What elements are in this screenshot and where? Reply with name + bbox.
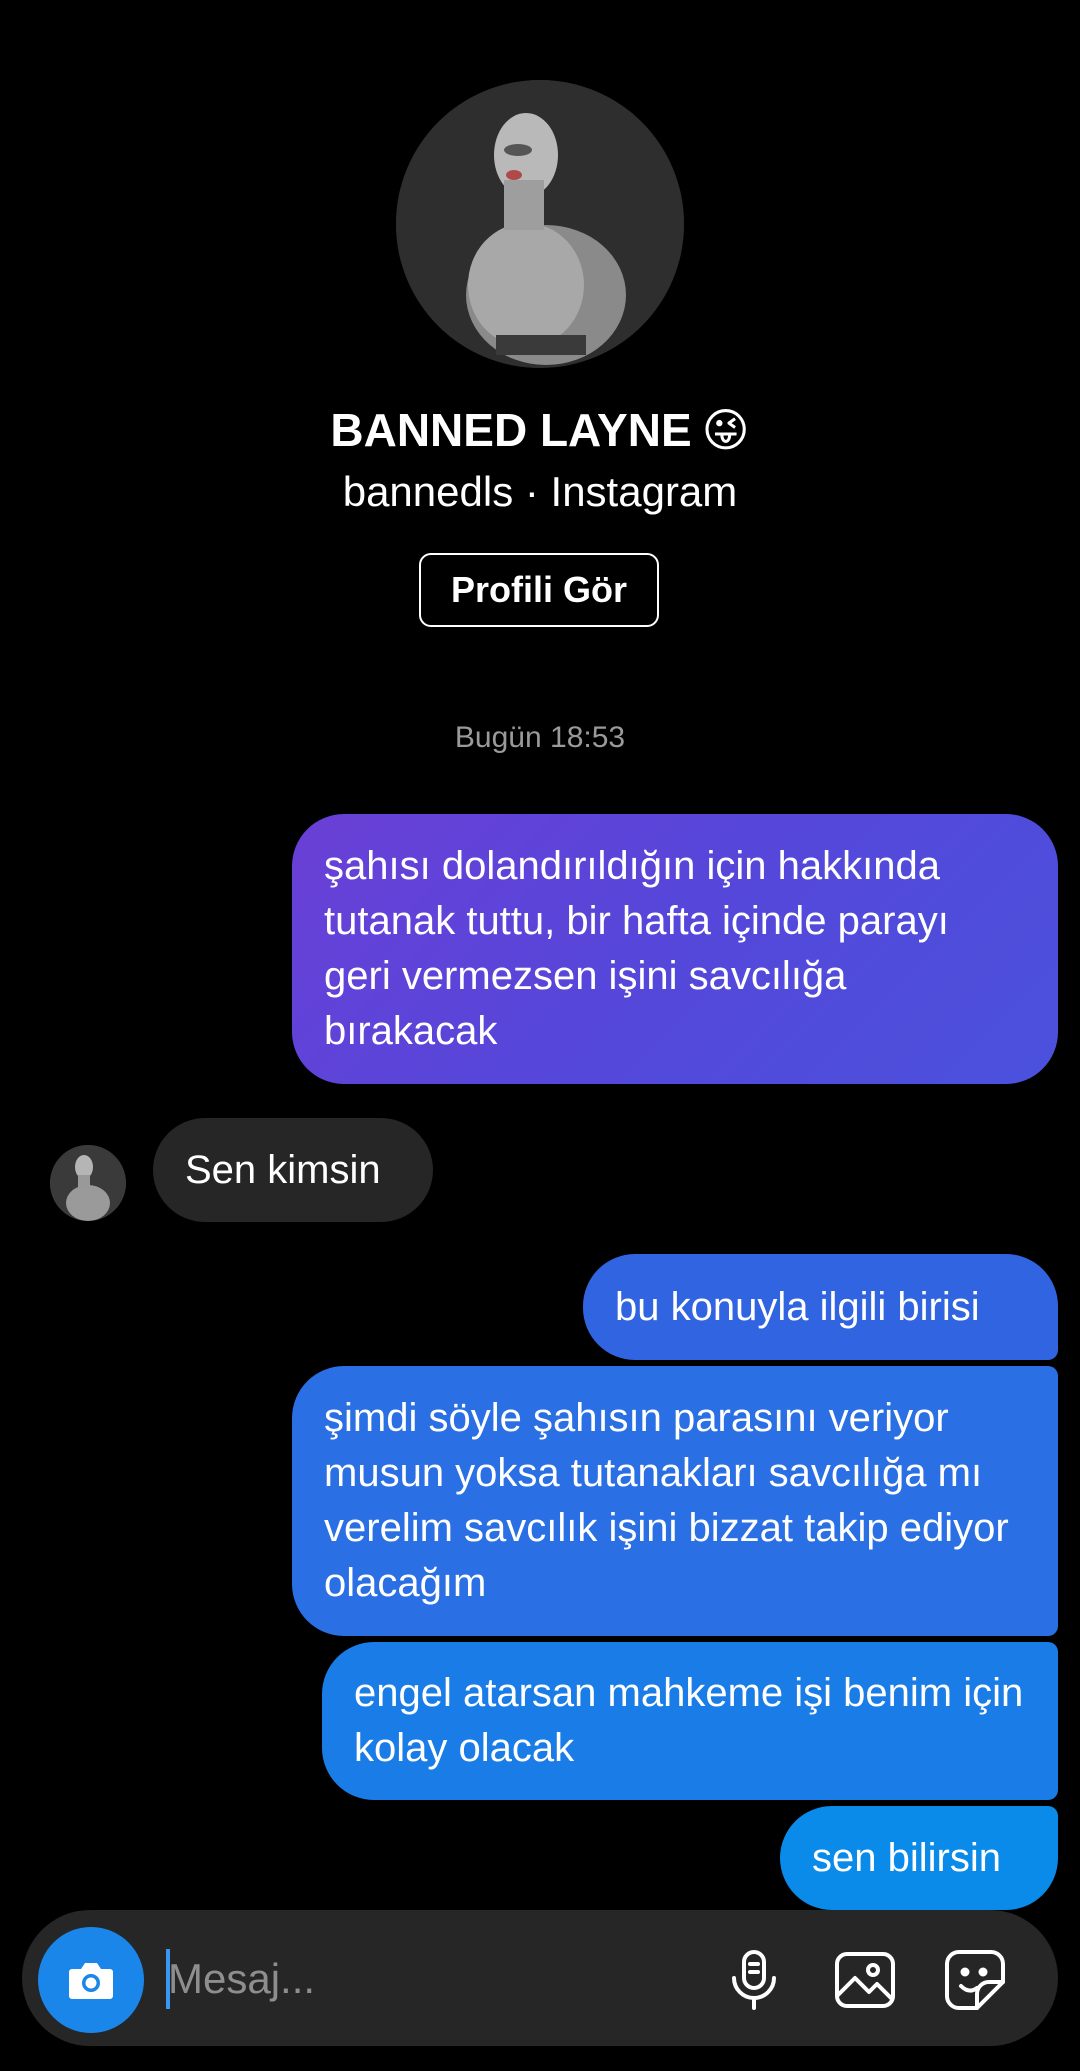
message-text: Sen kimsin (185, 1147, 381, 1192)
sender-avatar[interactable] (50, 1145, 126, 1221)
gallery-icon (835, 1952, 895, 2008)
view-profile-button[interactable]: Profili Gör (419, 553, 659, 627)
sticker-icon (945, 1950, 1005, 2010)
display-name: BANNED LAYNE (330, 404, 692, 456)
message-text: bu konuyla ilgili birisi (615, 1284, 980, 1329)
message-text: sen bilirsin (812, 1835, 1001, 1880)
outgoing-message-bubble[interactable]: şimdi söyle şahısın parasını veriyor mus… (292, 1366, 1058, 1636)
sticker-button[interactable] (941, 1946, 1009, 2014)
outgoing-message-bubble[interactable]: şahısı dolandırıldığın için hakkında tut… (292, 814, 1058, 1084)
message-text: şimdi söyle şahısın parasını veriyor mus… (324, 1396, 1009, 1605)
outgoing-message-bubble[interactable]: engel atarsan mahkeme işi benim için kol… (322, 1642, 1058, 1800)
message-text: engel atarsan mahkeme işi benim için kol… (354, 1671, 1024, 1770)
conversation-timestamp: Bugün 18:53 (454, 721, 626, 754)
incoming-message-bubble[interactable]: Sen kimsin (153, 1118, 433, 1222)
microphone-icon (732, 1950, 776, 2010)
microphone-button[interactable] (720, 1946, 788, 2014)
outgoing-message-bubble[interactable]: bu konuyla ilgili birisi (583, 1254, 1058, 1360)
profile-username-platform: bannedls · Instagram (342, 468, 738, 515)
name-emoji: 😜 (701, 403, 750, 457)
outgoing-message-bubble[interactable]: sen bilirsin (780, 1806, 1058, 1910)
camera-icon (69, 1963, 113, 1999)
message-text: şahısı dolandırıldığın için hakkında tut… (324, 844, 949, 1053)
message-input[interactable] (166, 1940, 688, 2018)
profile-avatar[interactable] (396, 80, 684, 368)
gallery-button[interactable] (831, 1946, 899, 2014)
profile-name: BANNED LAYNE 😜 (0, 400, 1080, 460)
camera-button[interactable] (38, 1927, 144, 2033)
